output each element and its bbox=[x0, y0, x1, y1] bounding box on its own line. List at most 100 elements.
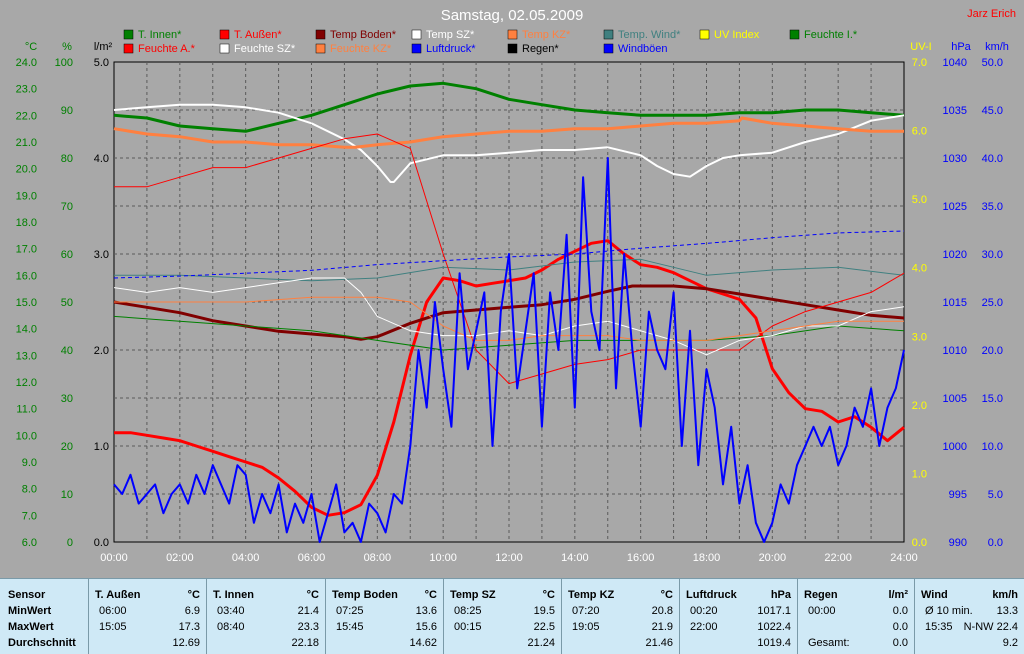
row-label: Sensor bbox=[8, 589, 46, 601]
max-time: 00:15 bbox=[454, 621, 482, 633]
y-tick-label-uv: 1.0 bbox=[912, 468, 927, 480]
y-tick-label-temp: 7.0 bbox=[22, 510, 37, 522]
avg-value: 22.18 bbox=[291, 637, 319, 649]
max-value: 21.9 bbox=[651, 621, 673, 633]
legend-label: Feuchte SZ* bbox=[234, 43, 296, 55]
max-time: 15:35 bbox=[925, 621, 953, 633]
axis-unit-hum: % bbox=[62, 41, 72, 53]
legend-swatch bbox=[123, 29, 134, 40]
y-tick-label-temp: 10.0 bbox=[16, 430, 37, 442]
sensor-name: Temp SZ bbox=[450, 589, 496, 601]
y-tick-label-wind: 30.0 bbox=[982, 249, 1003, 261]
y-tick-label-temp: 24.0 bbox=[16, 57, 37, 69]
chart-title: Samstag, 02.05.2009 bbox=[441, 7, 584, 24]
axis-unit-wind: km/h bbox=[985, 41, 1009, 53]
legend-swatch bbox=[411, 43, 422, 54]
max-time: 15:45 bbox=[336, 621, 364, 633]
axis-unit-uv: UV-I bbox=[910, 41, 931, 53]
sensor-unit: °C bbox=[660, 589, 673, 601]
legend-label: Temp Boden* bbox=[330, 29, 397, 41]
sensor-name: Temp Boden bbox=[332, 589, 398, 601]
y-tick-label-uv: 3.0 bbox=[912, 331, 927, 343]
y-tick-label-temp: 15.0 bbox=[16, 297, 37, 309]
y-tick-label-rain: 3.0 bbox=[94, 249, 109, 261]
max-time: 19:05 bbox=[572, 621, 600, 633]
min-value: 19.5 bbox=[533, 605, 555, 617]
x-tick-label: 12:00 bbox=[495, 552, 523, 564]
min-value: 6.9 bbox=[184, 605, 200, 617]
row-label: Durchschnitt bbox=[8, 637, 76, 649]
y-tick-label-hum: 90 bbox=[61, 105, 73, 117]
x-tick-label: 00:00 bbox=[100, 552, 128, 564]
y-tick-label-press: 1015 bbox=[943, 297, 967, 309]
min-time: Ø 10 min. bbox=[925, 605, 973, 617]
legend-swatch bbox=[123, 43, 134, 54]
weather-chart: 00:00 02:00 04:00 06:00 08:00 10:00 12:00 14:00… bbox=[0, 0, 1024, 578]
y-tick-label-wind: 45.0 bbox=[982, 105, 1003, 117]
y-tick-label-temp: 22.0 bbox=[16, 110, 37, 122]
y-tick-label-press: 1030 bbox=[943, 153, 967, 165]
min-value: 21.4 bbox=[297, 605, 319, 617]
max-time: 22:00 bbox=[690, 621, 718, 633]
y-tick-label-rain: 0.0 bbox=[94, 537, 109, 549]
stats-column: Luftdruck hPa 00:20 1017.1 22:00 1022.4 1019.4 bbox=[679, 579, 797, 654]
y-tick-label-uv: 5.0 bbox=[912, 194, 927, 206]
y-tick-label-rain: 4.0 bbox=[94, 153, 109, 165]
min-time: 07:20 bbox=[572, 605, 600, 617]
y-tick-label-wind: 0.0 bbox=[988, 537, 1003, 549]
row-label: MinWert bbox=[8, 605, 52, 617]
y-tick-label-rain: 1.0 bbox=[94, 441, 109, 453]
stats-column: Wind km/h Ø 10 min. 13.3 15:35 N-NW 22.4 9.2 bbox=[914, 579, 1024, 654]
y-tick-label-temp: 19.0 bbox=[16, 190, 37, 202]
y-tick-label-temp: 17.0 bbox=[16, 244, 37, 256]
sensor-unit: °C bbox=[424, 589, 437, 601]
sensor-unit: km/h bbox=[992, 589, 1018, 601]
row-label: MaxWert bbox=[8, 621, 54, 633]
avg-value: 21.46 bbox=[645, 637, 673, 649]
y-tick-label-hum: 50 bbox=[61, 297, 73, 309]
x-tick-label: 14:00 bbox=[561, 552, 589, 564]
y-tick-label-press: 1020 bbox=[943, 249, 967, 261]
y-tick-label-press: 1035 bbox=[943, 105, 967, 117]
axis-unit-temp: °C bbox=[25, 41, 37, 53]
y-tick-label-temp: 12.0 bbox=[16, 377, 37, 389]
min-value: 20.8 bbox=[651, 605, 673, 617]
y-tick-label-wind: 20.0 bbox=[982, 345, 1003, 357]
y-tick-label-uv: 4.0 bbox=[912, 263, 927, 275]
y-tick-label-press: 1040 bbox=[943, 57, 967, 69]
legend-label: T. Außen* bbox=[234, 29, 282, 41]
legend-label: Regen* bbox=[522, 43, 559, 55]
min-time: 07:25 bbox=[336, 605, 364, 617]
y-tick-label-press: 1025 bbox=[943, 201, 967, 213]
avg-label: Gesamt: bbox=[808, 637, 850, 649]
x-tick-label: 18:00 bbox=[693, 552, 721, 564]
min-time: 00:20 bbox=[690, 605, 718, 617]
y-tick-label-wind: 50.0 bbox=[982, 57, 1003, 69]
max-value: 1022.4 bbox=[757, 621, 791, 633]
y-tick-label-hum: 30 bbox=[61, 393, 73, 405]
x-tick-label: 04:00 bbox=[232, 552, 260, 564]
y-tick-label-temp: 6.0 bbox=[22, 537, 37, 549]
y-tick-label-hum: 70 bbox=[61, 201, 73, 213]
y-tick-label-press: 995 bbox=[949, 489, 967, 501]
y-tick-label-wind: 5.0 bbox=[988, 489, 1003, 501]
min-value: 13.3 bbox=[996, 605, 1018, 617]
y-tick-label-rain: 2.0 bbox=[94, 345, 109, 357]
y-tick-label-press: 1005 bbox=[943, 393, 967, 405]
legend-label: Temp. Wind* bbox=[618, 29, 681, 41]
legend-swatch bbox=[411, 29, 422, 40]
stats-column: Regen l/m² 00:00 0.0 0.0 Gesamt: 0.0 bbox=[797, 579, 914, 654]
y-tick-label-temp: 21.0 bbox=[16, 137, 37, 149]
legend-label: Feuchte KZ* bbox=[330, 43, 392, 55]
sensor-unit: l/m² bbox=[888, 589, 908, 601]
y-tick-label-rain: 5.0 bbox=[94, 57, 109, 69]
y-tick-label-hum: 60 bbox=[61, 249, 73, 261]
min-value: 0.0 bbox=[892, 605, 908, 617]
author-label: Jarz Erich bbox=[967, 8, 1016, 20]
y-tick-label-uv: 2.0 bbox=[912, 400, 927, 412]
min-value: 13.6 bbox=[415, 605, 437, 617]
max-value: 0.0 bbox=[892, 621, 908, 633]
avg-value: 9.2 bbox=[1002, 637, 1018, 649]
legend-swatch bbox=[603, 43, 614, 54]
y-tick-label-hum: 0 bbox=[67, 537, 73, 549]
